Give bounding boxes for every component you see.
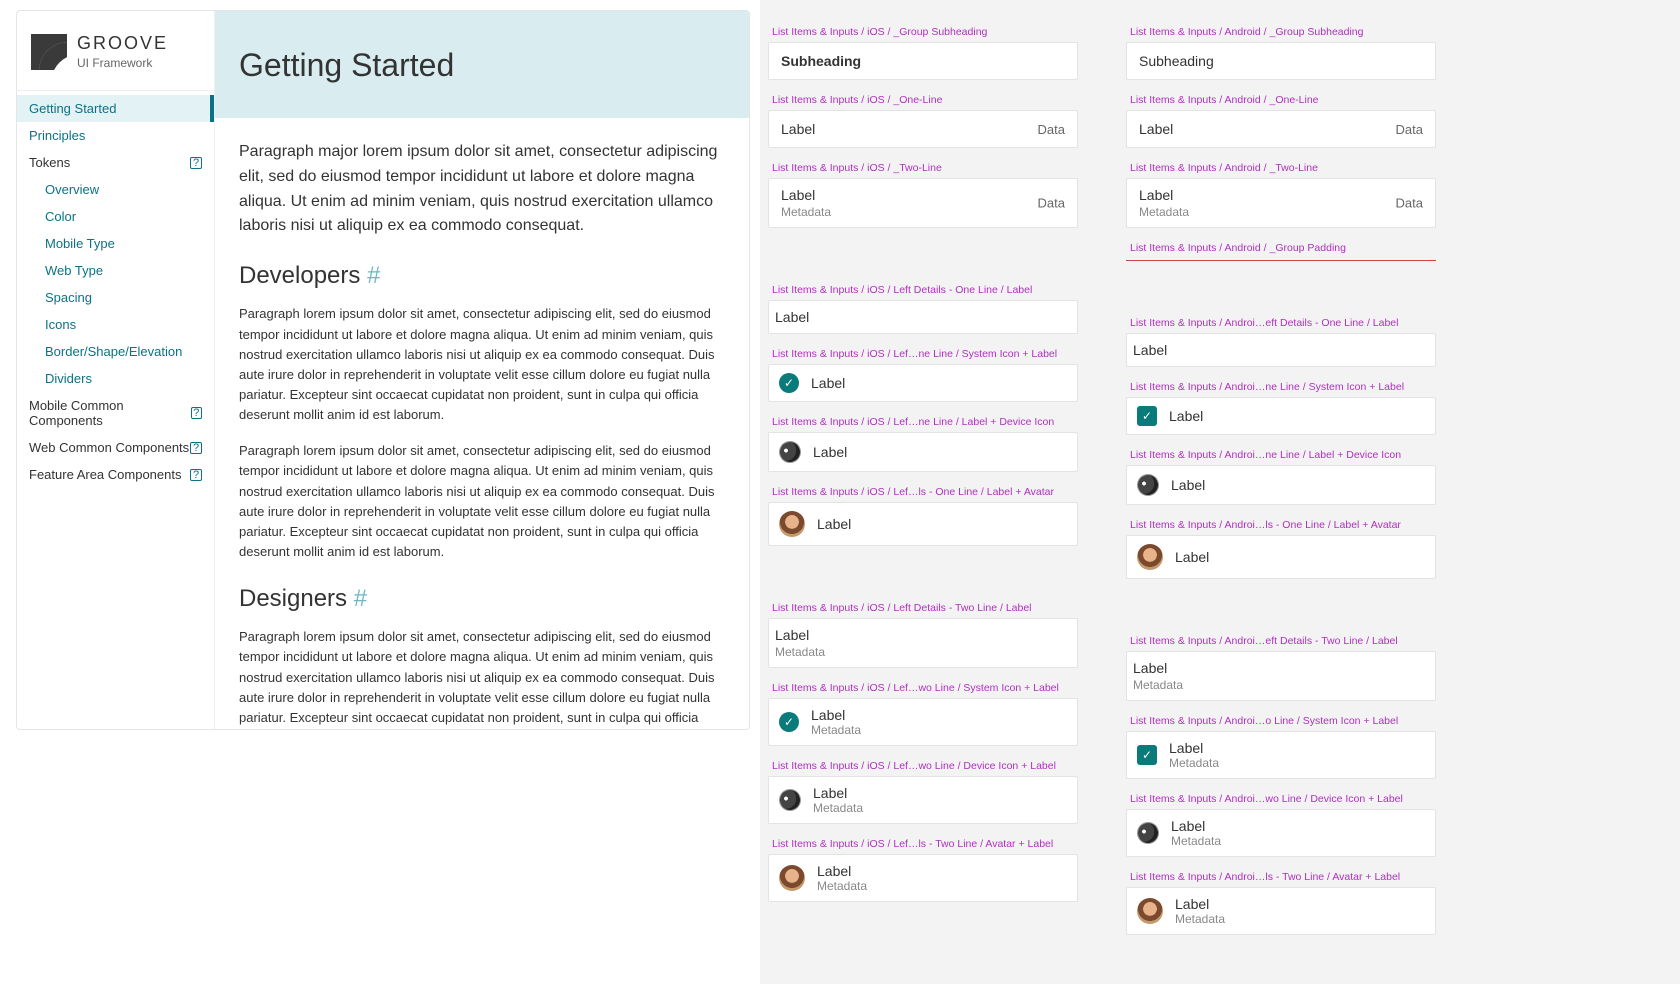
help-icon[interactable]: ? [190, 442, 202, 454]
avatar-icon [779, 865, 805, 891]
docs-frame: GROOVE UI Framework Getting Started Prin… [16, 10, 750, 730]
checkbox-icon: ✓ [1137, 406, 1157, 426]
nav-web-common[interactable]: Web Common Components ? [17, 434, 214, 461]
help-icon[interactable]: ? [191, 407, 202, 419]
list-item-avatar[interactable]: Label [768, 502, 1078, 546]
spec-label: List Items & Inputs / Androi…ne Line / S… [1126, 367, 1436, 397]
spec-column-ios: List Items & Inputs / iOS / _Group Subhe… [768, 16, 1078, 968]
list-item-avatar[interactable]: Label [1126, 535, 1436, 579]
list-item-two-device-icon[interactable]: LabelMetadata [1126, 809, 1436, 857]
spec-label: List Items & Inputs / Androi…ne Line / L… [1126, 435, 1436, 465]
des-paragraph: Paragraph lorem ipsum dolor sit amet, co… [239, 627, 725, 729]
list-item-two-system-icon[interactable]: ✓LabelMetadata [1126, 731, 1436, 779]
list-item-two-label[interactable]: LabelMetadata [1126, 651, 1436, 701]
sidebar: GROOVE UI Framework Getting Started Prin… [17, 11, 215, 729]
spec-label: List Items & Inputs / iOS / Lef…ne Line … [768, 334, 1078, 364]
checkbox-icon: ✓ [1137, 745, 1157, 765]
spec-label: List Items & Inputs / Androi…eft Details… [1126, 307, 1436, 333]
checkmark-icon: ✓ [779, 712, 799, 732]
list-item-two-line[interactable]: Label Metadata Data [768, 178, 1078, 228]
spec-label: List Items & Inputs / Android / _One-Lin… [1126, 80, 1436, 110]
spec-label: List Items & Inputs / Android / _Group S… [1126, 16, 1436, 42]
nav: Getting Started Principles Tokens ? Over… [17, 91, 214, 488]
checkmark-icon: ✓ [779, 373, 799, 393]
list-item-label-only[interactable]: Label [1126, 333, 1436, 367]
help-icon[interactable]: ? [190, 157, 202, 169]
list-item-two-line[interactable]: Label Metadata Data [1126, 178, 1436, 228]
intro-paragraph: Paragraph major lorem ipsum dolor sit am… [239, 140, 725, 239]
spec-label: List Items & Inputs / iOS / Lef…ls - Two… [768, 824, 1078, 854]
list-item-two-label[interactable]: LabelMetadata [768, 618, 1078, 668]
spec-label: List Items & Inputs / Androi…wo Line / D… [1126, 779, 1436, 809]
spec-label: List Items & Inputs / iOS / Left Details… [768, 274, 1078, 300]
nav-tokens-border-shape[interactable]: Border/Shape/Elevation [17, 338, 214, 365]
spec-label: List Items & Inputs / iOS / Lef…wo Line … [768, 668, 1078, 698]
list-item-device-icon[interactable]: Label [1126, 465, 1436, 505]
nav-tokens-overview[interactable]: Overview [17, 176, 214, 203]
nav-tokens[interactable]: Tokens ? [17, 149, 214, 176]
spec-label: List Items & Inputs / iOS / _Group Subhe… [768, 16, 1078, 42]
list-item-two-avatar[interactable]: LabelMetadata [1126, 887, 1436, 935]
nav-getting-started[interactable]: Getting Started [17, 95, 214, 122]
spec-label: List Items & Inputs / Androi…eft Details… [1126, 625, 1436, 651]
list-item-one-line[interactable]: LabelData [1126, 110, 1436, 148]
list-item-system-icon[interactable]: ✓Label [1126, 397, 1436, 435]
anchor-icon[interactable]: # [367, 262, 380, 289]
brand-title: GROOVE [77, 33, 168, 54]
list-item-two-system-icon[interactable]: ✓LabelMetadata [768, 698, 1078, 746]
brand: GROOVE UI Framework [17, 11, 214, 91]
list-item-two-avatar[interactable]: LabelMetadata [768, 854, 1078, 902]
nav-tokens-dividers[interactable]: Dividers [17, 365, 214, 392]
spec-label: List Items & Inputs / Android / _Two-Lin… [1126, 148, 1436, 178]
doc-hero: Getting Started [215, 11, 749, 118]
spec-label: List Items & Inputs / Androi…ls - Two Li… [1126, 857, 1436, 887]
page-title: Getting Started [239, 47, 725, 84]
spec-label: List Items & Inputs / iOS / _One-Line [768, 80, 1078, 110]
spec-label: List Items & Inputs / Androi…o Line / Sy… [1126, 701, 1436, 731]
nav-mobile-common[interactable]: Mobile Common Components ? [17, 392, 214, 434]
nav-tokens-color[interactable]: Color [17, 203, 214, 230]
list-item-subheading[interactable]: Subheading [768, 42, 1078, 80]
list-item-subheading[interactable]: Subheading [1126, 42, 1436, 80]
avatar-icon [779, 511, 805, 537]
spec-canvas: List Items & Inputs / iOS / _Group Subhe… [760, 0, 1680, 984]
nav-tokens-spacing[interactable]: Spacing [17, 284, 214, 311]
nav-tokens-icons[interactable]: Icons [17, 311, 214, 338]
spec-label: List Items & Inputs / iOS / _Two-Line [768, 148, 1078, 178]
spec-label: List Items & Inputs / iOS / Lef…wo Line … [768, 746, 1078, 776]
spec-column-android: List Items & Inputs / Android / _Group S… [1126, 16, 1436, 968]
heading-designers: Designers # [239, 580, 725, 617]
nav-principles[interactable]: Principles [17, 122, 214, 149]
avatar-icon [1137, 898, 1163, 924]
spec-label: List Items & Inputs / iOS / Lef…ls - One… [768, 472, 1078, 502]
dev-paragraph-2: Paragraph lorem ipsum dolor sit amet, co… [239, 441, 725, 562]
list-item-one-line[interactable]: LabelData [768, 110, 1078, 148]
list-item-two-device-icon[interactable]: LabelMetadata [768, 776, 1078, 824]
avatar-icon [1137, 544, 1163, 570]
anchor-icon[interactable]: # [354, 585, 367, 612]
list-item-device-icon[interactable]: Label [768, 432, 1078, 472]
device-icon [1133, 818, 1162, 847]
brand-logo-icon [31, 34, 67, 70]
list-item-system-icon[interactable]: ✓Label [768, 364, 1078, 402]
device-icon [1133, 470, 1162, 499]
nav-tokens-mobile-type[interactable]: Mobile Type [17, 230, 214, 257]
brand-subtitle: UI Framework [77, 56, 168, 70]
nav-feature-area[interactable]: Feature Area Components ? [17, 461, 214, 488]
spec-label: List Items & Inputs / Androi…ls - One Li… [1126, 505, 1436, 535]
help-icon[interactable]: ? [190, 469, 202, 481]
heading-developers: Developers # [239, 257, 725, 294]
nav-tokens-web-type[interactable]: Web Type [17, 257, 214, 284]
device-icon [775, 437, 804, 466]
spec-label: List Items & Inputs / iOS / Lef…ne Line … [768, 402, 1078, 432]
list-item-label-only[interactable]: Label [768, 300, 1078, 334]
dev-paragraph-1: Paragraph lorem ipsum dolor sit amet, co… [239, 304, 725, 425]
device-icon [775, 785, 804, 814]
spec-label: List Items & Inputs / Android / _Group P… [1126, 228, 1436, 258]
doc-main: Getting Started Paragraph major lorem ip… [215, 11, 749, 729]
spec-label: List Items & Inputs / iOS / Left Details… [768, 592, 1078, 618]
